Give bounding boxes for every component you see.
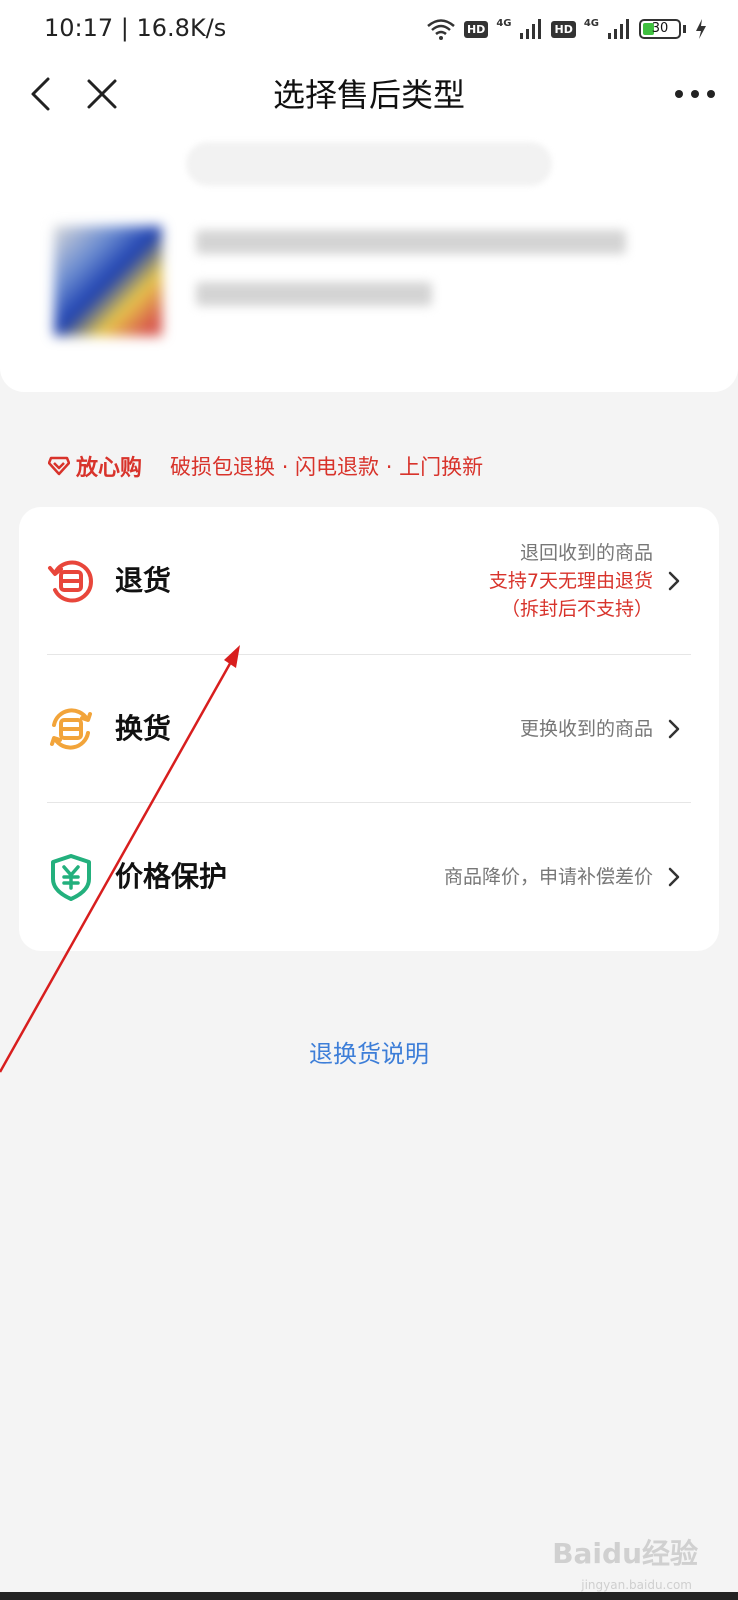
chevron-right-icon <box>668 719 680 739</box>
status-bar: 10:17 | 16.8K/s HD 4G HD 4G 30 <box>0 0 738 60</box>
heart-diamond-icon <box>48 456 70 476</box>
option-return-desc-main: 退回收到的商品 <box>519 542 653 564</box>
option-exchange-title: 换货 <box>115 712 172 745</box>
more-button[interactable] <box>670 72 720 116</box>
system-nav-bar <box>0 1592 738 1600</box>
price-shield-icon <box>51 854 91 901</box>
option-exchange[interactable]: 换货 更换收到的商品 <box>19 655 719 803</box>
option-exchange-desc: 更换收到的商品 <box>519 718 653 740</box>
guarantee-row: 放心购 破损包退换 · 闪电退款 · 上门换新 <box>48 448 483 484</box>
notice-pill-blurred <box>186 142 552 186</box>
return-icon <box>48 560 93 603</box>
hd-badge: HD <box>463 20 489 38</box>
signal-icon-2 <box>608 19 629 39</box>
network-label-2: 4G <box>583 17 599 29</box>
guarantee-features: 破损包退换 · 闪电退款 · 上门换新 <box>170 455 484 479</box>
network-label: 4G <box>496 17 512 29</box>
baidu-watermark-url: jingyan.baidu.com <box>581 1578 692 1592</box>
chevron-right-icon <box>668 867 680 887</box>
option-price-protection-desc: 商品降价，申请补偿差价 <box>443 866 653 888</box>
exchange-icon <box>50 708 92 750</box>
baidu-watermark: Baidu经验 <box>552 1537 698 1570</box>
product-name-blurred <box>196 230 626 254</box>
option-price-protection-title: 价格保护 <box>115 860 228 893</box>
page-title: 选择售后类型 <box>272 76 465 114</box>
chevron-right-icon <box>668 571 680 591</box>
battery-level: 30 <box>651 21 669 36</box>
guarantee-label: 放心购 <box>76 456 143 481</box>
product-card[interactable] <box>0 130 738 392</box>
after-sale-options: 退货 退回收到的商品 支持7天无理由退货 （拆封后不支持） 换货 更换收到的商品 <box>19 507 719 951</box>
option-return[interactable]: 退货 退回收到的商品 支持7天无理由退货 （拆封后不支持） <box>19 507 719 655</box>
option-return-title: 退货 <box>115 564 172 597</box>
charging-icon <box>696 19 706 39</box>
wifi-icon <box>427 19 455 40</box>
more-dots-icon <box>675 90 715 98</box>
option-return-desc-note: （拆封后不支持） <box>500 598 653 620</box>
product-thumbnail <box>54 226 162 336</box>
status-icons: HD 4G HD 4G 30 <box>426 14 708 44</box>
option-price-protection[interactable]: 价格保护 商品降价，申请补偿差价 <box>19 803 719 951</box>
status-time: 10:17 | 16.8K/s <box>44 14 227 42</box>
option-return-desc-highlight: 支持7天无理由退货 <box>488 570 653 592</box>
return-exchange-help-link[interactable]: 退换货说明 <box>0 1034 738 1069</box>
battery-icon: 30 <box>639 19 681 39</box>
option-return-desc: 退回收到的商品 支持7天无理由退货 （拆封后不支持） <box>489 539 653 623</box>
hd-badge-2: HD <box>551 20 576 38</box>
top-bar: 选择售后类型 <box>0 60 738 130</box>
product-spec-blurred <box>196 282 432 306</box>
signal-icon <box>520 19 542 39</box>
